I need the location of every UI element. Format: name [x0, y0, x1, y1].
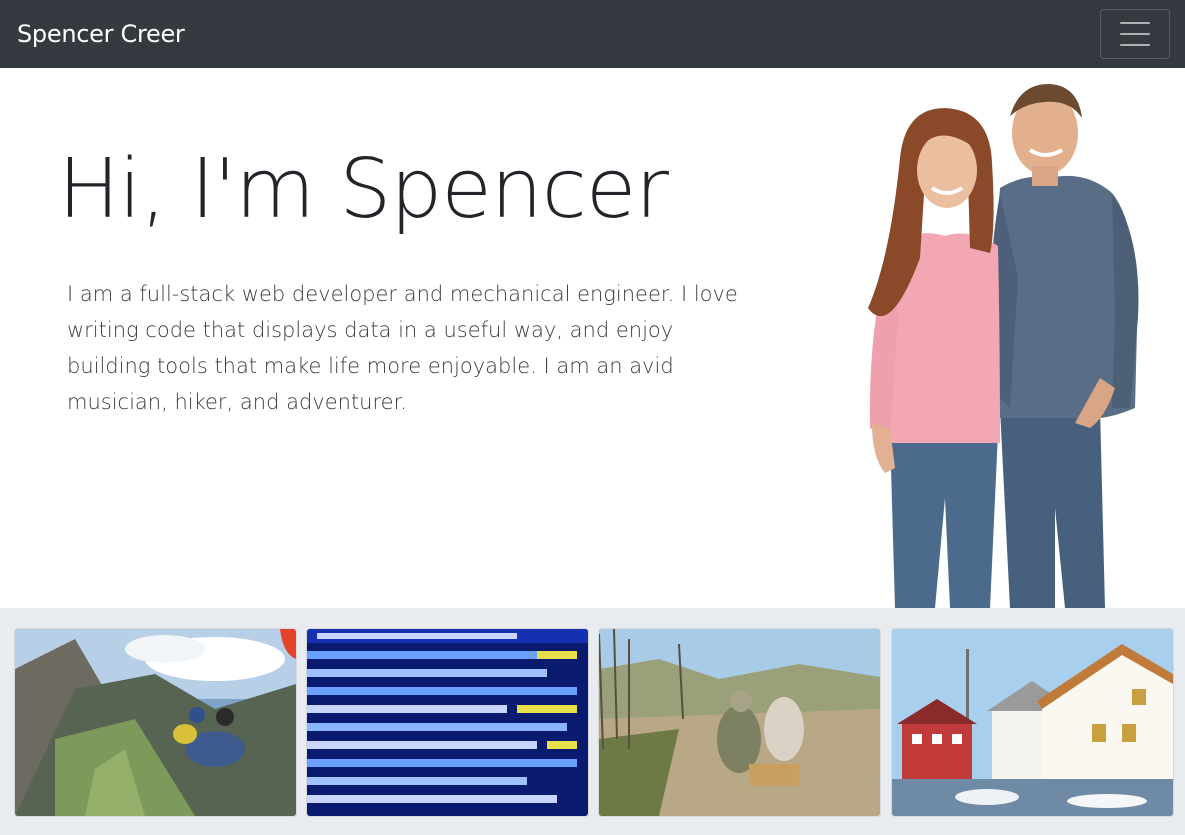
harbor-houses-photo[interactable]	[892, 629, 1173, 816]
hero-section: Hi, I'm Spencer I am a full-stack web de…	[0, 68, 1185, 608]
code-photo[interactable]	[307, 629, 588, 816]
hero-title: Hi, I'm Spencer	[58, 142, 669, 237]
hamburger-menu-icon	[1120, 22, 1150, 24]
photo-gallery	[0, 608, 1185, 835]
couple-photo	[868, 83, 1139, 608]
navbar-brand[interactable]: Spencer Creer	[17, 20, 185, 48]
soldier-satellite-photo[interactable]	[599, 629, 880, 816]
navbar: Spencer Creer	[0, 0, 1185, 68]
navbar-toggler-button[interactable]	[1100, 9, 1170, 59]
hero-lead: I am a full-stack web developer and mech…	[67, 282, 738, 414]
paragliding-photo[interactable]	[15, 629, 296, 816]
